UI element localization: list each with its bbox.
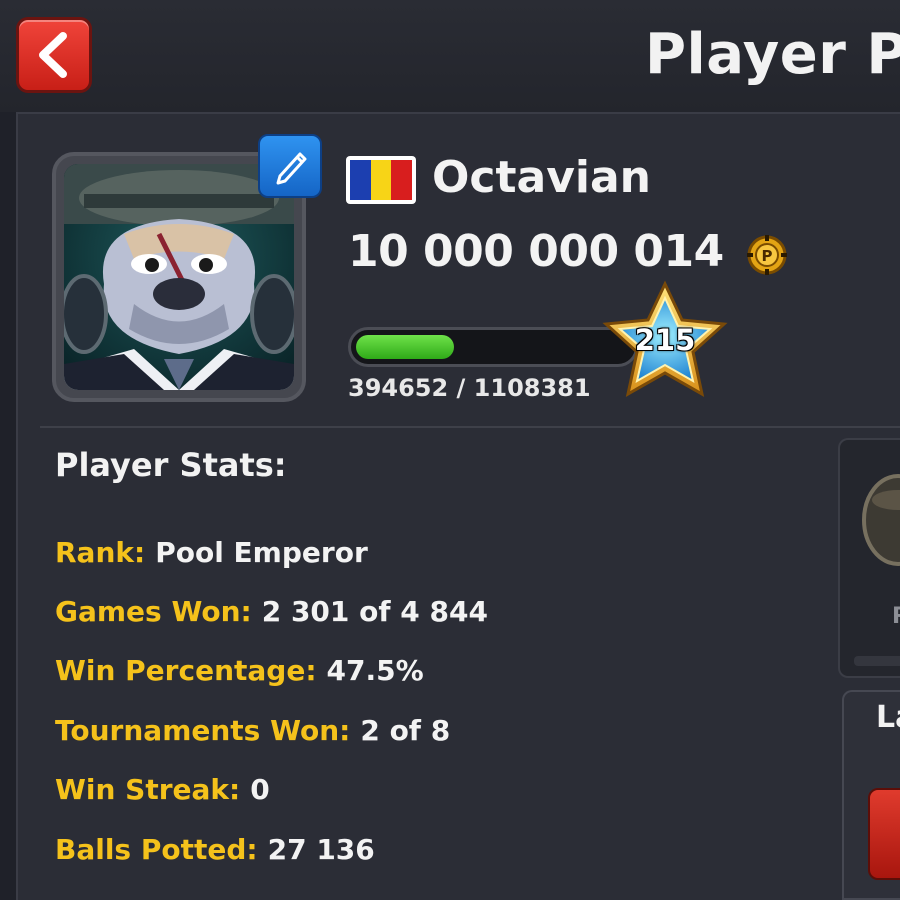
stat-label: Win Percentage: [55, 654, 317, 687]
xp-progress-fill [356, 335, 454, 359]
stat-label: Games Won: [55, 595, 252, 628]
stat-label: Win Streak: [55, 773, 241, 806]
stat-value: 47.5% [326, 654, 424, 687]
divider [40, 426, 900, 428]
xp-text: 394652 / 1108381 [348, 374, 591, 402]
stat-label: Balls Potted: [55, 833, 258, 866]
pencil-icon [276, 152, 307, 185]
stat-label: Tournaments Won: [55, 714, 351, 747]
stats-title: Player Stats: [55, 446, 287, 484]
side-card-last[interactable]: La [842, 690, 900, 900]
edit-avatar-button[interactable] [258, 134, 322, 198]
stat-balls-potted: Balls Potted: 27 136 [55, 833, 375, 866]
country-flag [346, 156, 416, 204]
flag-stripe-red [391, 160, 413, 200]
stat-rank: Rank: Pool Emperor [55, 536, 368, 569]
stat-win-streak: Win Streak: 0 [55, 773, 270, 806]
svg-text:P: P [762, 247, 773, 265]
player-name: Octavian [432, 152, 651, 203]
avatar [64, 164, 294, 390]
xp-progress-bar [348, 327, 638, 367]
side-card2-title: La [876, 700, 900, 735]
coin-balance: 10 000 000 014 [348, 226, 724, 277]
page-title: Player Pr [645, 22, 900, 87]
stat-value: 27 136 [267, 833, 375, 866]
top-bar: Player Pr [0, 0, 900, 112]
stat-value: 0 [250, 773, 270, 806]
bulldog-avatar-icon [64, 164, 294, 390]
flag-stripe-blue [350, 160, 371, 200]
stat-value: Pool Emperor [155, 536, 368, 569]
side-card-cue[interactable]: R [838, 438, 900, 678]
stat-tournaments-won: Tournaments Won: 2 of 8 [55, 714, 450, 747]
trophy-icon [862, 474, 900, 566]
side-card-label: R [892, 604, 900, 629]
back-button[interactable] [16, 17, 92, 93]
stat-label: Rank: [55, 536, 146, 569]
side-card-bar [854, 656, 900, 666]
back-arrow-icon [39, 32, 67, 78]
flag-stripe-yellow [370, 160, 392, 200]
side-card2-badge-icon [868, 788, 900, 880]
stat-win-percentage: Win Percentage: 47.5% [55, 654, 424, 687]
level-number: 215 [634, 323, 696, 357]
coin-icon: P [747, 235, 787, 275]
stat-value: 2 301 of 4 844 [261, 595, 488, 628]
stat-games-won: Games Won: 2 301 of 4 844 [55, 595, 488, 628]
stat-value: 2 of 8 [360, 714, 451, 747]
